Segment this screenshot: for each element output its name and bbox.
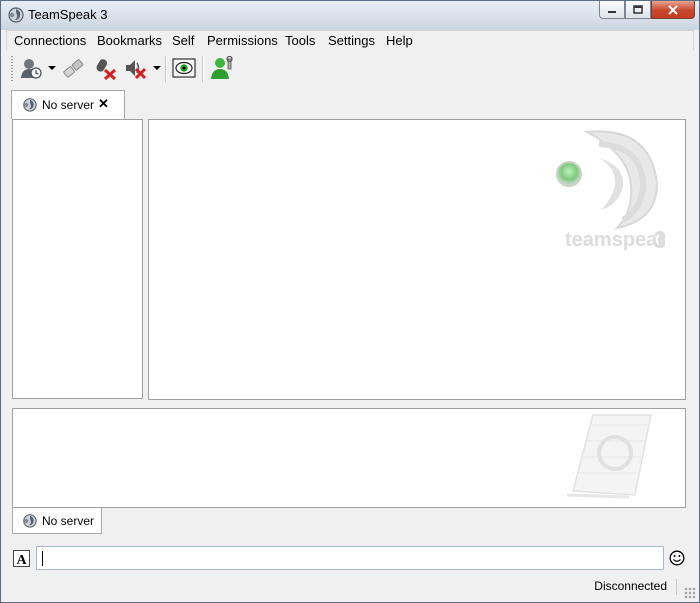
close-icon [668, 4, 678, 15]
tab-server[interactable]: No server ✕ [11, 90, 125, 119]
tab-server-label: No server [42, 98, 95, 112]
watermark-brand: teamspeak [565, 229, 665, 251]
chat-log [12, 408, 686, 508]
window-title: TeamSpeak 3 [28, 7, 108, 22]
resize-grip[interactable] [684, 587, 696, 599]
chat-input[interactable] [36, 546, 664, 570]
connection-status: Disconnected [594, 579, 667, 593]
connect-icon [21, 59, 42, 79]
connect-button[interactable] [17, 54, 45, 82]
disconnect-button[interactable] [59, 54, 87, 82]
toolbar-separator [202, 56, 204, 82]
status-separator [676, 579, 677, 595]
menu-help[interactable]: Help [386, 33, 413, 48]
tab-chat-label: No server [42, 514, 95, 528]
minimize-button[interactable] [599, 1, 625, 19]
main-window: TeamSpeak 3 Connections Bookmarks Self P… [0, 0, 700, 603]
menu-tools[interactable]: Tools [285, 33, 315, 48]
away-button[interactable] [170, 54, 198, 82]
minimize-icon [608, 10, 616, 13]
watermark-version: 3 [653, 227, 665, 254]
text-cursor [42, 551, 43, 566]
disconnect-icon [63, 59, 84, 78]
mute-speakers-button[interactable] [121, 54, 149, 82]
chat-notepad-watermark-icon [566, 414, 652, 499]
speakers-dropdown-arrow[interactable] [153, 66, 161, 70]
menu-connections[interactable]: Connections [14, 33, 86, 48]
toolbar [6, 50, 694, 86]
font-icon: A [17, 553, 28, 567]
server-info-pane: teamspeak 3 [148, 119, 686, 400]
toolbar-separator [165, 56, 167, 82]
toolbar-grip[interactable] [11, 56, 13, 82]
mute-microphone-button[interactable] [91, 54, 119, 82]
window-controls [599, 1, 695, 21]
identity-icon [211, 56, 233, 79]
menu-bar: Connections Bookmarks Self Permissions T… [6, 30, 694, 50]
emoticon-button[interactable] [669, 550, 685, 566]
teamspeak-watermark-icon: teamspeak 3 [556, 130, 665, 254]
tab-chat[interactable]: No server [12, 508, 102, 534]
teamspeak-logo-icon [23, 514, 37, 528]
menu-permissions[interactable]: Permissions [207, 33, 278, 48]
mute-microphone-icon [96, 59, 117, 80]
menu-bookmarks[interactable]: Bookmarks [97, 33, 162, 48]
teamspeak-logo-icon [23, 98, 37, 112]
teamspeak-logo-icon [8, 7, 24, 23]
menu-self[interactable]: Self [172, 33, 194, 48]
channel-tree[interactable] [12, 119, 143, 399]
connect-dropdown-arrow[interactable] [48, 66, 56, 70]
identity-button[interactable] [208, 54, 236, 82]
menu-settings[interactable]: Settings [328, 33, 375, 48]
mute-speakers-icon [126, 60, 147, 80]
maximize-icon [633, 5, 643, 14]
text-format-button[interactable]: A [13, 550, 30, 567]
close-button[interactable] [651, 1, 695, 19]
tab-close-icon[interactable]: ✕ [98, 96, 109, 112]
away-icon [172, 58, 196, 78]
maximize-button[interactable] [625, 1, 651, 19]
title-bar: TeamSpeak 3 [1, 1, 699, 30]
